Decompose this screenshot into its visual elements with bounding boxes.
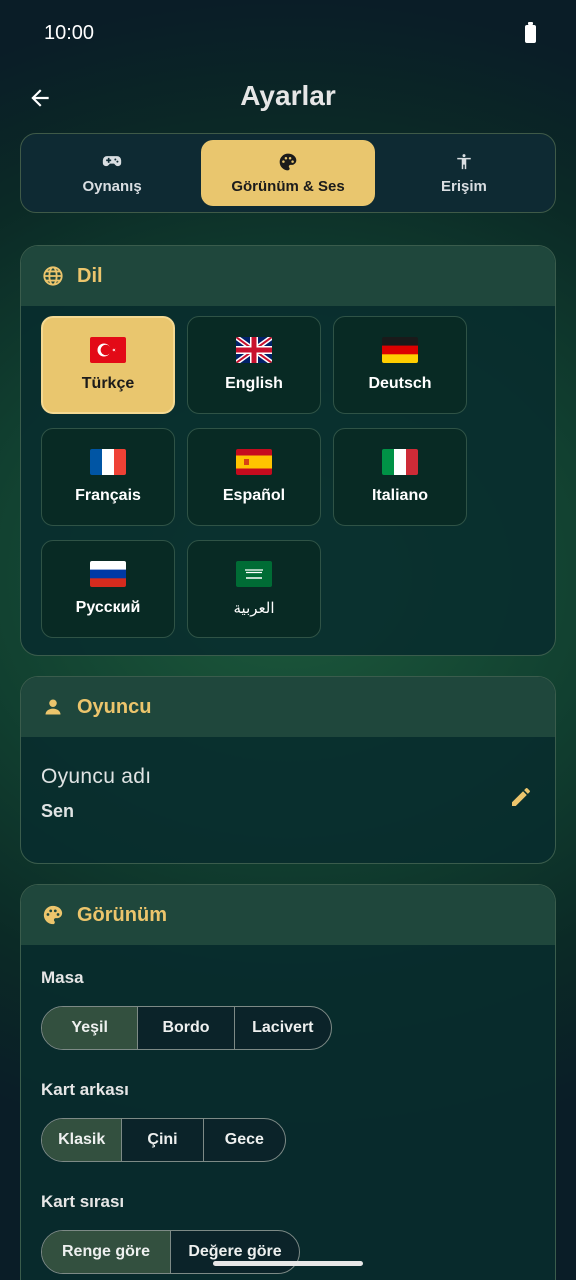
accessibility-icon bbox=[454, 152, 474, 172]
saudi-flag-icon bbox=[236, 561, 272, 587]
table-color-selector: Yeşil Bordo Lacivert bbox=[41, 1006, 332, 1050]
table-option-burgundy[interactable]: Bordo bbox=[138, 1007, 235, 1049]
turkey-flag-icon bbox=[90, 337, 126, 363]
card-back-option-night[interactable]: Gece bbox=[204, 1119, 285, 1161]
france-flag-icon bbox=[90, 449, 126, 475]
battery-icon bbox=[525, 22, 536, 43]
player-name-value: Sen bbox=[41, 801, 75, 821]
table-color-label: Masa bbox=[41, 968, 84, 987]
tab-accessibility[interactable]: Erişim bbox=[379, 140, 549, 206]
germany-flag-icon bbox=[382, 337, 418, 363]
italy-flag-icon bbox=[382, 449, 418, 475]
language-option-italian[interactable]: Italiano bbox=[333, 428, 467, 526]
language-label: Français bbox=[75, 487, 141, 504]
language-card: Dil Türkçe English Deutsch Français Espa… bbox=[20, 245, 556, 656]
palette-icon bbox=[41, 903, 65, 927]
gamepad-icon bbox=[102, 152, 122, 172]
spain-flag-icon bbox=[236, 449, 272, 475]
appearance-card-header: Görünüm bbox=[21, 885, 555, 945]
card-order-label: Kart sırası bbox=[41, 1192, 125, 1211]
language-label: Русский bbox=[75, 599, 141, 616]
appearance-card: Görünüm Masa Yeşil Bordo Lacivert Kart a… bbox=[20, 884, 556, 1280]
tab-label: Erişim bbox=[440, 177, 487, 195]
player-name-row[interactable]: Oyuncu adı Sen bbox=[41, 765, 151, 822]
card-back-option-tile[interactable]: Çini bbox=[122, 1119, 204, 1161]
tab-label: Görünüm & Ses bbox=[231, 177, 345, 195]
language-title: Dil bbox=[77, 264, 103, 287]
player-title: Oyuncu bbox=[77, 695, 152, 718]
russia-flag-icon bbox=[90, 561, 126, 587]
palette-icon bbox=[278, 152, 298, 172]
settings-tabs: Oynanış Görünüm & Ses Erişim bbox=[20, 133, 556, 213]
app-bar: Ayarlar bbox=[0, 68, 576, 128]
card-order-option-color[interactable]: Renge göre bbox=[42, 1231, 171, 1273]
language-option-russian[interactable]: Русский bbox=[41, 540, 175, 638]
card-order-option-value[interactable]: Değere göre bbox=[171, 1231, 299, 1273]
tab-gameplay[interactable]: Oynanış bbox=[27, 140, 197, 206]
language-option-spanish[interactable]: Español bbox=[187, 428, 321, 526]
language-option-english[interactable]: English bbox=[187, 316, 321, 414]
language-option-arabic[interactable]: العربية bbox=[187, 540, 321, 638]
player-card: Oyuncu Oyuncu adı Sen bbox=[20, 676, 556, 864]
language-label: العربية bbox=[233, 600, 275, 617]
language-label: Italiano bbox=[371, 487, 428, 504]
language-label: Deutsch bbox=[368, 375, 432, 392]
edit-name-button[interactable] bbox=[507, 783, 535, 811]
language-label: English bbox=[225, 375, 283, 392]
language-option-turkish[interactable]: Türkçe bbox=[41, 316, 175, 414]
card-back-selector: Klasik Çini Gece bbox=[41, 1118, 286, 1162]
card-back-label: Kart arkası bbox=[41, 1080, 129, 1099]
table-option-navy[interactable]: Lacivert bbox=[235, 1007, 331, 1049]
tab-label: Oynanış bbox=[82, 177, 142, 195]
uk-flag-icon bbox=[236, 337, 272, 363]
pencil-icon bbox=[512, 787, 530, 806]
status-bar: 10:00 bbox=[0, 0, 576, 68]
language-label: Türkçe bbox=[81, 375, 135, 392]
person-icon bbox=[41, 695, 65, 719]
card-order-selector: Renge göre Değere göre bbox=[41, 1230, 300, 1274]
language-card-header: Dil bbox=[21, 246, 555, 306]
card-back-option-classic[interactable]: Klasik bbox=[42, 1119, 123, 1161]
table-option-green[interactable]: Yeşil bbox=[42, 1007, 139, 1049]
language-grid: Türkçe English Deutsch Français Español … bbox=[41, 316, 467, 638]
tab-appearance-sound[interactable]: Görünüm & Ses bbox=[201, 140, 375, 206]
status-time: 10:00 bbox=[44, 22, 95, 44]
player-card-header: Oyuncu bbox=[21, 677, 555, 737]
language-option-french[interactable]: Français bbox=[41, 428, 175, 526]
language-option-german[interactable]: Deutsch bbox=[333, 316, 467, 414]
globe-icon bbox=[41, 264, 65, 288]
appearance-title: Görünüm bbox=[77, 903, 167, 926]
player-name-label: Oyuncu adı bbox=[41, 765, 152, 788]
language-label: Español bbox=[222, 487, 286, 504]
page-title: Ayarlar bbox=[240, 80, 336, 111]
home-indicator[interactable] bbox=[213, 1261, 363, 1266]
